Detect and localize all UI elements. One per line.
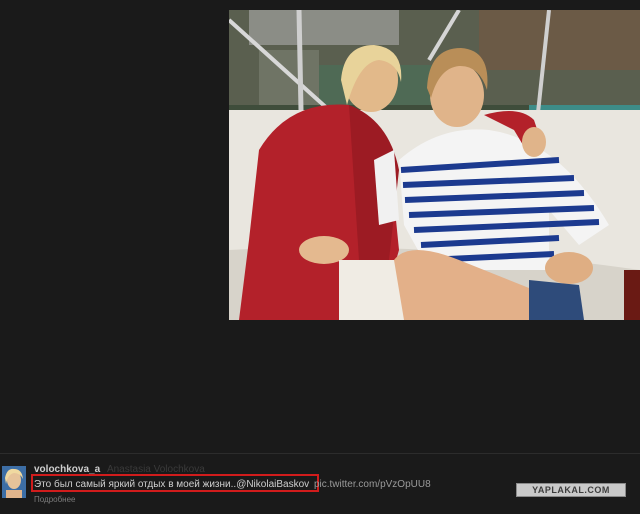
page: volochkova_a Anastasia Volochkova Это бы…	[0, 0, 640, 514]
tweet-photo[interactable]	[229, 10, 640, 320]
more-link[interactable]: Подробнее	[34, 495, 76, 504]
avatar-icon	[2, 466, 26, 498]
mention-link[interactable]: @NikolaiBaskov	[236, 479, 309, 490]
avatar[interactable]	[2, 466, 26, 498]
pic-link[interactable]: pic.twitter.com/pVzOpUU8	[314, 479, 431, 490]
tweet: volochkova_a Anastasia Volochkova Это бы…	[0, 462, 640, 514]
photo-icon	[229, 10, 640, 320]
divider	[0, 453, 640, 454]
tweet-text: Это был самый яркий отдых в моей жизни..…	[34, 479, 431, 490]
watermark: YAPLAKAL.COM	[516, 483, 626, 497]
tweet-body: Это был самый яркий отдых в моей жизни..	[34, 479, 237, 490]
